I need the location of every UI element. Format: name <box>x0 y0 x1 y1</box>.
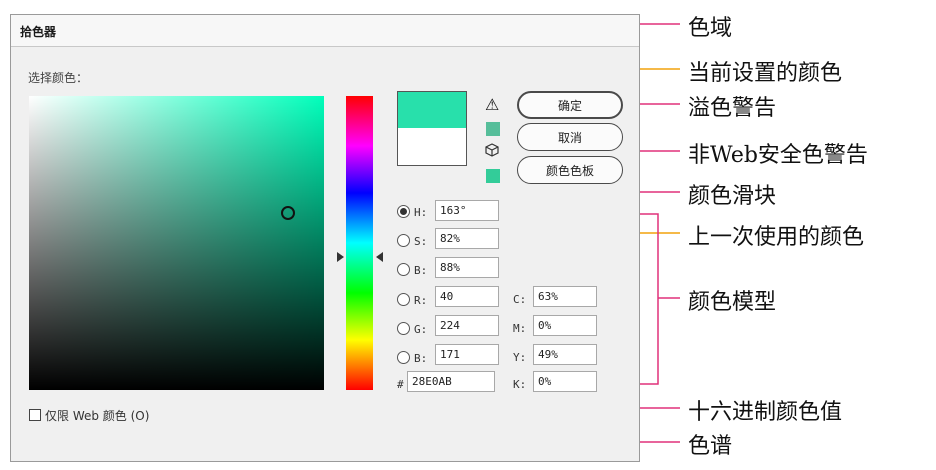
warning-triangle-icon[interactable]: ⚠ <box>485 97 499 113</box>
label-b: B: <box>414 264 428 277</box>
input-m[interactable]: 0% <box>533 315 597 336</box>
cube-icon[interactable] <box>485 143 499 157</box>
label-h: H: <box>414 206 428 219</box>
input-r[interactable]: 40 <box>435 286 499 307</box>
web-safe-chip[interactable] <box>486 169 500 183</box>
label-m: M: <box>513 322 527 335</box>
hue-slider-right-handle[interactable] <box>376 252 383 262</box>
radio-g[interactable] <box>397 322 410 335</box>
input-hex[interactable]: 28E0AB <box>407 371 495 392</box>
input-k[interactable]: 0% <box>533 371 597 392</box>
color-picker-dialog: 拾色器 选择颜色： ⚠ 确定 取消 颜色色板 H: 163° S: 82% B:… <box>10 14 640 462</box>
input-s[interactable]: 82% <box>435 228 499 249</box>
label-hex: # <box>397 378 404 391</box>
gamut-correction-chip[interactable] <box>486 122 500 136</box>
label-y: Y: <box>513 351 527 364</box>
annotation-hex-value: 十六进制颜色值 <box>688 400 843 425</box>
annotation-gamut: 色域 <box>688 16 733 41</box>
input-h[interactable]: 163° <box>435 200 499 221</box>
input-g[interactable]: 224 <box>435 315 499 336</box>
input-c[interactable]: 63% <box>533 286 597 307</box>
annotation-spectrum: 色谱 <box>688 434 733 459</box>
select-color-label: 选择颜色： <box>28 71 89 85</box>
dialog-title: 拾色器 <box>20 25 57 39</box>
label-r: R: <box>414 294 428 307</box>
color-swatches-button[interactable]: 颜色色板 <box>517 156 623 184</box>
annotation-color-model: 颜色模型 <box>688 290 777 315</box>
label-k: K: <box>513 378 527 391</box>
annotation-previous-color: 上一次使用的颜色 <box>688 225 865 250</box>
radio-blue[interactable] <box>397 351 410 364</box>
web-only-label: 仅限 Web 颜色 (O) <box>45 409 150 423</box>
radio-b[interactable] <box>397 263 410 276</box>
cancel-button[interactable]: 取消 <box>517 123 623 151</box>
annotation-color-slider: 颜色滑块 <box>688 184 777 209</box>
input-b[interactable]: 88% <box>435 257 499 278</box>
color-field-marker[interactable] <box>281 206 295 220</box>
annotation-overflow-warning: 溢色警告 <box>688 96 777 121</box>
label-g: G: <box>414 323 428 336</box>
label-c: C: <box>513 293 527 306</box>
hue-spectrum-bar[interactable] <box>346 96 373 390</box>
label-s: S: <box>414 235 428 248</box>
radio-r[interactable] <box>397 293 410 306</box>
ok-button[interactable]: 确定 <box>517 91 623 119</box>
color-field[interactable] <box>29 96 324 390</box>
input-blue[interactable]: 171 <box>435 344 499 365</box>
previous-color-swatch[interactable] <box>397 128 467 166</box>
web-only-checkbox[interactable] <box>29 409 41 421</box>
current-color-swatch <box>397 91 467 128</box>
radio-h[interactable] <box>397 205 410 218</box>
radio-s[interactable] <box>397 234 410 247</box>
hue-slider-left-handle[interactable] <box>337 252 344 262</box>
annotation-web-safe-warning: 非Web安全色警告 <box>688 143 868 168</box>
input-y[interactable]: 49% <box>533 344 597 365</box>
title-bar: 拾色器 <box>11 15 639 47</box>
annotation-current-color: 当前设置的颜色 <box>688 61 843 86</box>
label-blue: B: <box>414 352 428 365</box>
